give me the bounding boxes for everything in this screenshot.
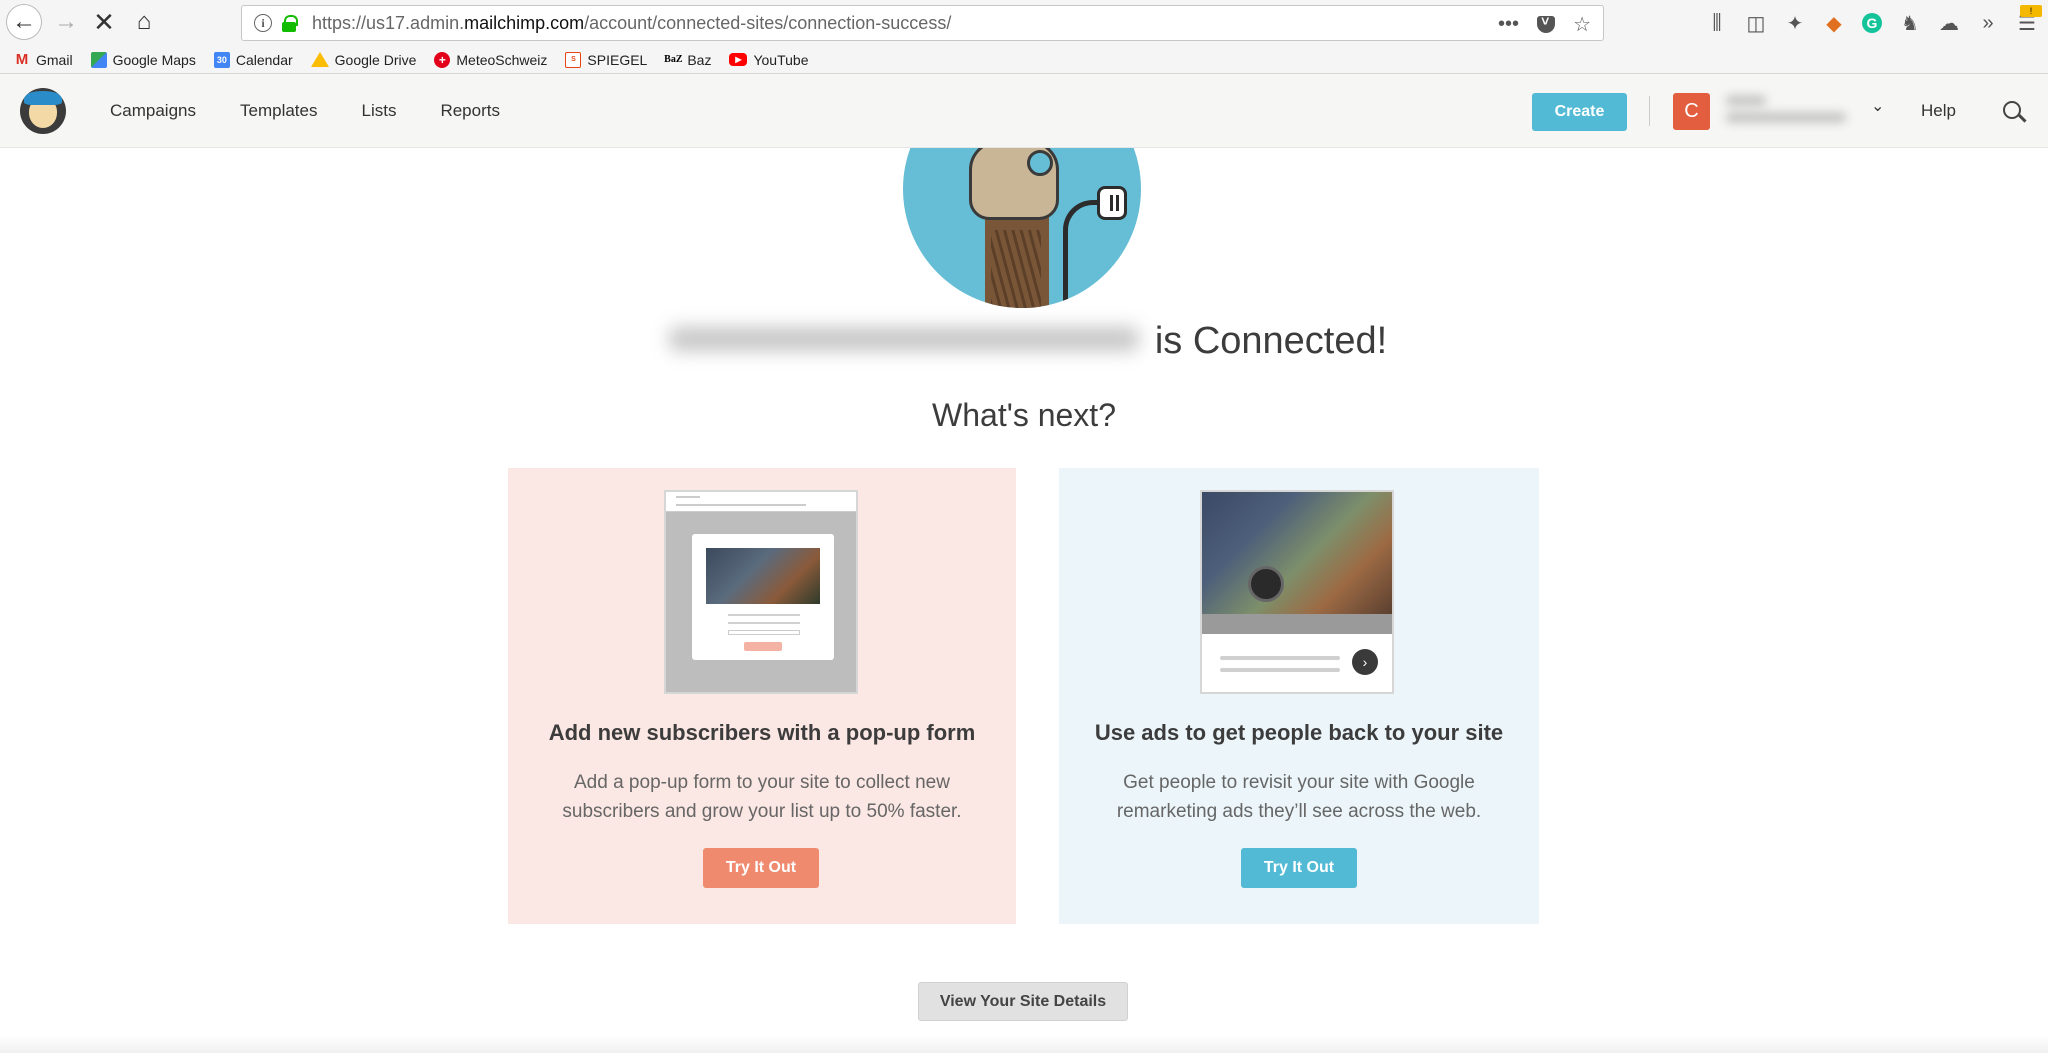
- cord-shape: [1063, 200, 1103, 308]
- extension-icon[interactable]: ✦: [1784, 11, 1806, 36]
- bookmark-label: Google Maps: [112, 51, 196, 68]
- ok-sign-shape: [1027, 150, 1053, 176]
- fox-extension-icon[interactable]: ◆: [1823, 11, 1845, 36]
- button-shape: [744, 642, 782, 651]
- lock-icon: [282, 15, 298, 32]
- google-maps-icon: [90, 51, 107, 68]
- arrow-right-icon: →: [54, 8, 78, 35]
- url-prefix: https://us17.admin.: [312, 12, 465, 33]
- address-bar[interactable]: i https://us17.admin.mailchimp.com/accou…: [241, 5, 1604, 41]
- ad-strip-shape: [1202, 614, 1392, 634]
- bookmark-youtube[interactable]: ▶ YouTube: [729, 52, 808, 68]
- ad-photo: [1202, 492, 1392, 614]
- ad-illustration: ›: [1200, 490, 1394, 694]
- site-url-redacted: [661, 319, 1147, 359]
- text-line-shape: [1220, 668, 1340, 672]
- nav-lists[interactable]: Lists: [361, 101, 396, 121]
- bookmark-google-maps[interactable]: Google Maps: [90, 51, 196, 68]
- stop-loading-button[interactable]: ✕: [86, 4, 122, 40]
- popup-form-illustration: [664, 490, 858, 694]
- text-line-shape: [1220, 656, 1340, 660]
- meteoschweiz-icon: +: [434, 51, 451, 68]
- home-icon: ⌂: [136, 8, 152, 35]
- try-ads-button[interactable]: Try It Out: [1241, 848, 1357, 888]
- hamburger-menu-icon[interactable]: ☰!: [2016, 4, 2042, 36]
- nav-reports[interactable]: Reports: [440, 101, 500, 121]
- popup-form-card: Add new subscribers with a pop-up form A…: [508, 468, 1016, 924]
- bookmark-baz[interactable]: BaZ Baz: [664, 51, 712, 68]
- close-icon: ✕: [93, 6, 115, 37]
- browser-toolbar: ← → ✕ ⌂ i https://us17.admin.mailchimp.c…: [0, 0, 2048, 46]
- arrow-left-icon: ←: [12, 8, 36, 35]
- pocket-icon[interactable]: [1537, 13, 1556, 33]
- main-nav: Campaigns Templates Lists Reports: [110, 74, 500, 148]
- card-description: Add a pop-up form to your site to collec…: [562, 772, 962, 822]
- popup-box-shape: [692, 534, 834, 660]
- url-path: /account/connected-sites/connection-succ…: [584, 12, 952, 33]
- view-site-details-button[interactable]: View Your Site Details: [918, 982, 1128, 1021]
- back-button[interactable]: ←: [6, 4, 42, 40]
- card-title: Use ads to get people back to your site: [1094, 720, 1504, 745]
- info-icon[interactable]: i: [254, 14, 272, 32]
- forward-button[interactable]: →: [48, 4, 84, 40]
- bookmark-label: SPIEGEL: [587, 51, 648, 68]
- text-line-shape: [728, 622, 800, 624]
- search-icon[interactable]: [2003, 101, 2021, 119]
- avatar[interactable]: C: [1673, 93, 1710, 130]
- bookmarks-bar: M Gmail Google Maps 30 Calendar Google Dri…: [0, 46, 2048, 74]
- bottom-fade: [0, 1035, 2048, 1053]
- whats-next-heading: What's next?: [932, 397, 1116, 433]
- nav-templates[interactable]: Templates: [240, 101, 317, 121]
- connected-text: is Connected!: [1154, 320, 1388, 362]
- evernote-icon[interactable]: ♞: [1899, 11, 1921, 36]
- bookmark-calendar[interactable]: 30 Calendar: [213, 51, 293, 68]
- baz-icon: BaZ: [664, 54, 683, 65]
- bookmark-gmail[interactable]: M Gmail: [14, 51, 73, 68]
- sidebar-icon[interactable]: ◫: [1745, 11, 1767, 36]
- bookmark-label: Calendar: [235, 51, 293, 68]
- card-title: Add new subscribers with a pop-up form: [548, 720, 976, 745]
- bookmark-meteoschweiz[interactable]: + MeteoSchweiz: [434, 51, 548, 68]
- try-popup-form-button[interactable]: Try It Out: [703, 848, 819, 888]
- card-description: Get people to revisit your site with Goo…: [1116, 772, 1482, 822]
- account-name-redacted[interactable]: [1726, 96, 1860, 128]
- google-drive-icon: [310, 52, 329, 67]
- bookmark-label: Baz: [687, 51, 712, 68]
- nav-campaigns[interactable]: Campaigns: [110, 101, 196, 121]
- home-button[interactable]: ⌂: [126, 4, 162, 40]
- input-shape: [728, 630, 800, 635]
- bookmark-google-drive[interactable]: Google Drive: [310, 51, 417, 68]
- youtube-icon: ▶: [729, 53, 748, 66]
- mailchimp-logo-icon[interactable]: [20, 88, 66, 134]
- calendar-icon: 30: [213, 51, 230, 68]
- star-icon[interactable]: ☆: [1573, 12, 1591, 37]
- bookmark-label: YouTube: [753, 51, 809, 68]
- library-icon[interactable]: ⫼: [1706, 12, 1728, 35]
- remarketing-ads-card: › Use ads to get people back to your sit…: [1059, 468, 1539, 924]
- help-link[interactable]: Help: [1921, 74, 1956, 148]
- gmail-icon: M: [15, 51, 29, 68]
- popup-photo: [706, 548, 820, 604]
- app-header: Campaigns Templates Lists Reports Create…: [0, 74, 2048, 148]
- bookmark-label: MeteoSchweiz: [456, 51, 548, 68]
- chevron-down-icon[interactable]: ⌄: [1871, 96, 1884, 116]
- url-text[interactable]: https://us17.admin.mailchimp.com/account…: [312, 13, 951, 34]
- grammarly-icon[interactable]: G: [1862, 13, 1882, 33]
- update-badge: !: [2020, 4, 2042, 17]
- bookmark-spiegel[interactable]: S SPIEGEL: [565, 51, 648, 68]
- chevron-right-icon: ›: [1352, 649, 1378, 675]
- browser-bar-shape: [666, 492, 856, 512]
- bookmark-label: Google Drive: [334, 51, 417, 68]
- overflow-chevron-icon[interactable]: »: [1977, 12, 1999, 35]
- more-actions-icon[interactable]: •••: [1498, 13, 1519, 36]
- url-domain: mailchimp.com: [464, 12, 585, 33]
- cloud-icon[interactable]: ☁: [1938, 11, 1960, 36]
- header-divider: [1649, 96, 1650, 126]
- text-line-shape: [728, 614, 800, 616]
- create-button[interactable]: Create: [1532, 93, 1627, 131]
- spiegel-icon: S: [565, 51, 582, 68]
- plug-icon: [1097, 186, 1127, 220]
- bookmark-label: Gmail: [36, 51, 73, 68]
- connection-heading: is Connected!: [0, 320, 2048, 363]
